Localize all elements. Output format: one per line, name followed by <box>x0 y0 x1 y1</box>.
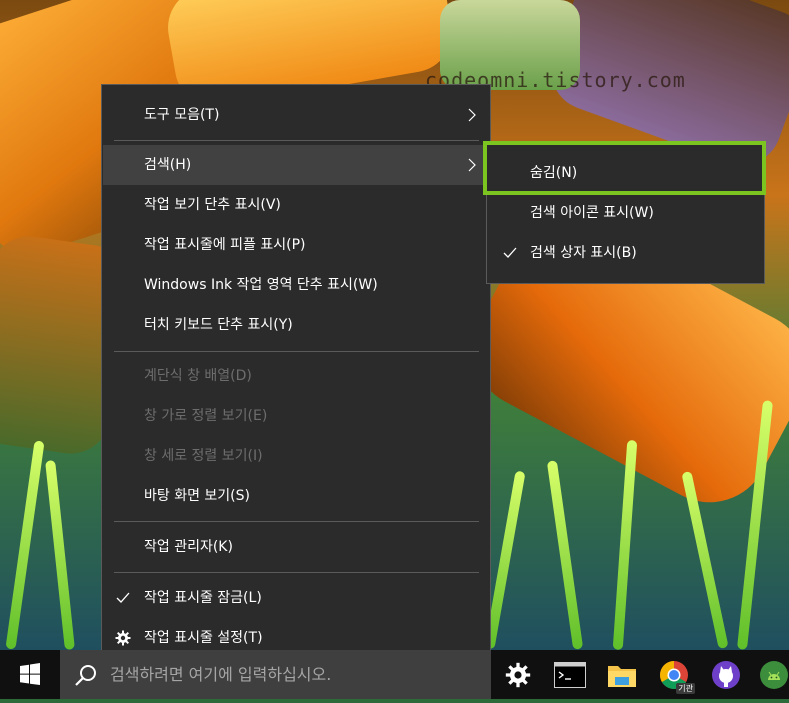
menu-item-label: 창 가로 정렬 보기(E) <box>144 408 268 424</box>
menu-item-show-windows-ink[interactable]: Windows Ink 작업 영역 단추 표시(W) <box>103 265 489 305</box>
taskbar-context-menu: 도구 모음(T) 검색(H) 작업 보기 단추 표시(V) 작업 표시줄에 피플… <box>101 84 491 669</box>
menu-item-label: 터치 키보드 단추 표시(Y) <box>144 317 293 333</box>
taskbar: 검색하려면 여기에 입력하십시오. 기관 <box>0 650 789 699</box>
menu-item-label: 작업 관리자(K) <box>144 539 233 555</box>
android-studio-icon <box>760 661 788 689</box>
menu-item-show-windows-side-by-side: 창 세로 정렬 보기(I) <box>103 436 489 476</box>
windows-logo-icon <box>20 663 40 685</box>
taskbar-github-button[interactable] <box>709 658 743 692</box>
menu-item-label: 작업 표시줄에 피플 표시(P) <box>144 237 306 253</box>
menu-separator <box>114 521 479 522</box>
taskbar-chrome-button[interactable]: 기관 <box>657 658 695 694</box>
menu-item-show-windows-stacked: 창 가로 정렬 보기(E) <box>103 396 489 436</box>
start-button[interactable] <box>0 650 60 699</box>
menu-item-label: 창 세로 정렬 보기(I) <box>144 448 263 464</box>
submenu-item-label: 검색 아이콘 표시(W) <box>530 205 654 221</box>
chevron-right-icon <box>468 158 476 172</box>
checkmark-icon <box>116 592 130 603</box>
github-icon <box>712 661 740 689</box>
menu-item-label: Windows Ink 작업 영역 단추 표시(W) <box>144 277 378 293</box>
menu-item-lock-taskbar[interactable]: 작업 표시줄 잠금(L) <box>103 578 489 618</box>
taskbar-search-box[interactable]: 검색하려면 여기에 입력하십시오. <box>60 650 491 699</box>
submenu-item-show-search-icon[interactable]: 검색 아이콘 표시(W) <box>488 193 763 233</box>
menu-item-show-touch-keyboard[interactable]: 터치 키보드 단추 표시(Y) <box>103 305 489 345</box>
menu-item-label: 검색(H) <box>144 157 192 173</box>
folder-icon <box>608 666 636 687</box>
menu-item-label: 계단식 창 배열(D) <box>144 368 252 384</box>
search-placeholder: 검색하려면 여기에 입력하십시오. <box>110 665 332 684</box>
chrome-profile-badge: 기관 <box>676 683 695 694</box>
gear-icon <box>115 630 131 646</box>
taskbar-settings-button[interactable] <box>501 658 535 692</box>
checkmark-icon <box>503 247 517 258</box>
menu-item-show-task-view-button[interactable]: 작업 보기 단추 표시(V) <box>103 185 489 225</box>
menu-separator <box>114 572 479 573</box>
menu-item-toolbars[interactable]: 도구 모음(T) <box>103 95 489 135</box>
menu-item-label: 작업 보기 단추 표시(V) <box>144 197 281 213</box>
highlight-box <box>483 141 766 195</box>
chevron-right-icon <box>468 108 476 122</box>
menu-item-task-manager[interactable]: 작업 관리자(K) <box>103 527 489 567</box>
submenu-item-show-search-box[interactable]: 검색 상자 표시(B) <box>488 233 763 273</box>
gear-icon <box>505 662 531 688</box>
submenu-item-label: 검색 상자 표시(B) <box>530 245 637 261</box>
taskbar-file-explorer-button[interactable] <box>605 658 639 692</box>
taskbar-android-studio-button[interactable] <box>757 658 789 692</box>
menu-item-show-desktop[interactable]: 바탕 화면 보기(S) <box>103 476 489 516</box>
menu-item-label: 도구 모음(T) <box>144 107 220 123</box>
search-icon <box>75 665 96 686</box>
menu-item-label: 바탕 화면 보기(S) <box>144 488 250 504</box>
menu-item-label: 작업 표시줄 잠금(L) <box>144 590 262 606</box>
taskbar-terminal-button[interactable] <box>553 658 587 692</box>
menu-item-label: 작업 표시줄 설정(T) <box>144 630 263 646</box>
menu-item-show-people[interactable]: 작업 표시줄에 피플 표시(P) <box>103 225 489 265</box>
menu-separator <box>114 351 479 352</box>
menu-item-search[interactable]: 검색(H) <box>103 145 489 185</box>
menu-separator <box>114 140 479 141</box>
menu-item-cascade-windows: 계단식 창 배열(D) <box>103 356 489 396</box>
terminal-icon <box>554 662 586 688</box>
